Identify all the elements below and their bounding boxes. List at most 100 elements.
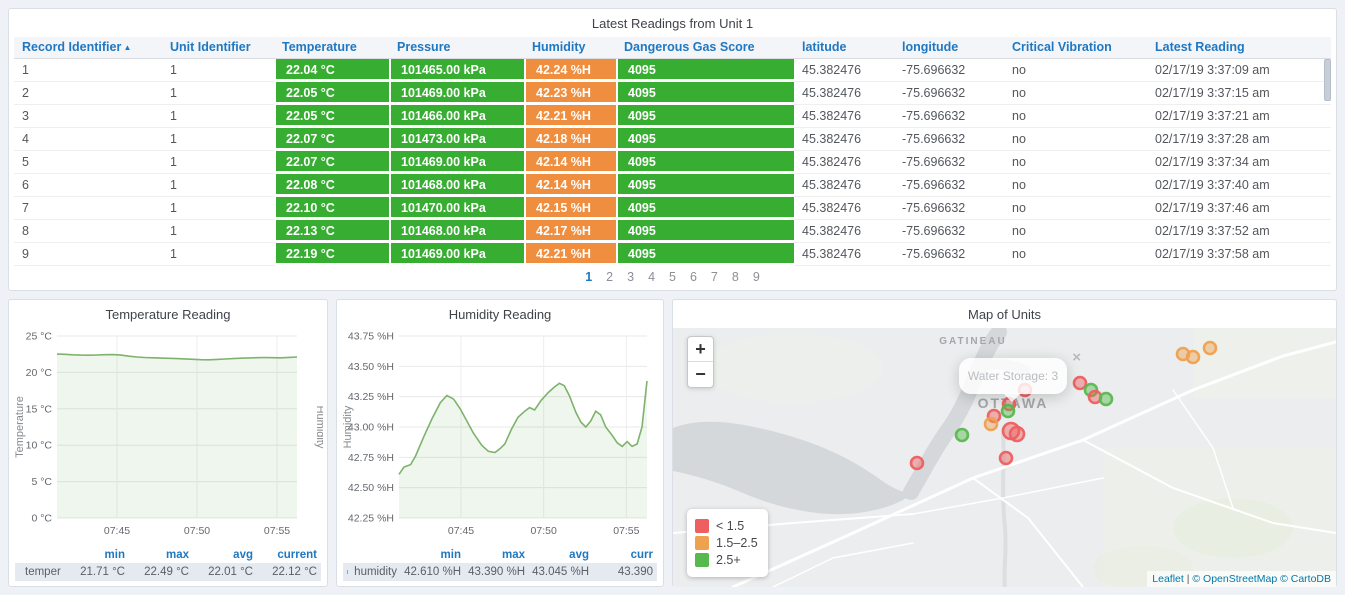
legend-series-row: humidity 42.610 %H 43.390 %H 43.045 %H 43.39… — [343, 563, 657, 581]
table-cell: 101469.00 kPa — [389, 242, 524, 266]
table-cell: 45.382476 — [794, 242, 894, 266]
unit-marker[interactable] — [1072, 375, 1088, 391]
svg-text:5 °C: 5 °C — [31, 476, 52, 488]
series-name[interactable]: humidity — [354, 566, 397, 578]
table-cell: 101468.00 kPa — [389, 219, 524, 243]
unit-marker[interactable] — [954, 427, 970, 443]
column-header-dangerous-gas-score[interactable]: Dangerous Gas Score — [616, 37, 794, 59]
column-header-latitude[interactable]: latitude — [794, 37, 894, 59]
zoom-out-button[interactable]: − — [688, 362, 713, 387]
table-cell: 22.08 °C — [274, 173, 389, 197]
page-button-9[interactable]: 9 — [753, 270, 760, 284]
humidity-chart: 42.25 %H 42.50 %H 42.75 %H 43.00 %H 43.25 %H… — [337, 328, 663, 545]
table-cell: 22.07 °C — [274, 127, 389, 151]
column-header-pressure[interactable]: Pressure — [389, 37, 524, 59]
page-button-1[interactable]: 1 — [585, 270, 592, 284]
table-cell: 02/17/19 3:37:52 am — [1147, 219, 1331, 243]
table-cell: 22.05 °C — [274, 104, 389, 128]
attribution-link[interactable]: Leaflet — [1152, 573, 1184, 585]
table-cell: 5 — [14, 150, 162, 174]
table-cell: 1 — [14, 58, 162, 82]
table-row: 6 1 22.08 °C 101468.00 kPa 42.14 %H 4095 45.38… — [14, 173, 1331, 197]
page-button-7[interactable]: 7 — [711, 270, 718, 284]
legend-swatch-icon — [695, 553, 709, 567]
page-button-3[interactable]: 3 — [627, 270, 634, 284]
unit-marker[interactable] — [983, 416, 999, 432]
table-cell: 42.21 %H — [524, 104, 616, 128]
svg-text:07:50: 07:50 — [184, 525, 210, 537]
table-cell: 45.382476 — [794, 104, 894, 128]
table-cell: 4095 — [616, 173, 794, 197]
table-cell: 45.382476 — [794, 81, 894, 105]
table-cell: 45.382476 — [794, 173, 894, 197]
unit-marker[interactable] — [1098, 391, 1114, 407]
table-cell: 8 — [14, 219, 162, 243]
table-cell: 2 — [14, 81, 162, 105]
table-cell: no — [1004, 104, 1147, 128]
legend-header-avg: avg — [569, 549, 589, 561]
table-cell: no — [1004, 242, 1147, 266]
table-cell: 1 — [162, 196, 274, 220]
unit-marker[interactable] — [909, 455, 925, 471]
table-cell: 02/17/19 3:37:40 am — [1147, 173, 1331, 197]
table-cell: -75.696632 — [894, 196, 1004, 220]
panel-title: Map of Units — [968, 307, 1041, 322]
table-cell: 1 — [162, 58, 274, 82]
legend-swatch-icon — [695, 519, 709, 533]
page-button-4[interactable]: 4 — [648, 270, 655, 284]
attribution-link[interactable]: © OpenStreetMap — [1192, 573, 1277, 585]
table-cell: 42.23 %H — [524, 81, 616, 105]
map-legend-item: < 1.5 — [695, 519, 758, 533]
table-row: 8 1 22.13 °C 101468.00 kPa 42.17 %H 4095 45.38… — [14, 219, 1331, 243]
table-cell: -75.696632 — [894, 150, 1004, 174]
column-header-unit-identifier[interactable]: Unit Identifier — [162, 37, 274, 59]
legend-header-current: current — [277, 549, 317, 561]
svg-text:43.50 %H: 43.50 %H — [348, 361, 394, 373]
table-cell: 22.13 °C — [274, 219, 389, 243]
series-name[interactable]: temperature — [25, 566, 61, 578]
table-cell: 4095 — [616, 58, 794, 82]
page-button-6[interactable]: 6 — [690, 270, 697, 284]
table-cell: 4 — [14, 127, 162, 151]
table-cell: no — [1004, 81, 1147, 105]
table-cell: 42.18 %H — [524, 127, 616, 151]
attribution-link[interactable]: © CartoDB — [1280, 573, 1331, 585]
page-button-5[interactable]: 5 — [669, 270, 676, 284]
table-cell: 22.07 °C — [274, 150, 389, 174]
popup-close-icon[interactable]: × — [1072, 349, 1081, 366]
page-button-8[interactable]: 8 — [732, 270, 739, 284]
table-cell: 101469.00 kPa — [389, 81, 524, 105]
page-button-2[interactable]: 2 — [606, 270, 613, 284]
unit-marker[interactable] — [1000, 403, 1016, 419]
column-header-humidity[interactable]: Humidity — [524, 37, 616, 59]
table-cell: 1 — [162, 127, 274, 151]
popup-tail — [1003, 393, 1021, 402]
temperature-chart: 0 °C 5 °C 10 °C 15 °C 20 °C 25 °C 07:45 07:50 07… — [9, 328, 327, 545]
unit-marker[interactable] — [1202, 340, 1218, 356]
table-cell: 101465.00 kPa — [389, 58, 524, 82]
column-header-critical-vibration[interactable]: Critical Vibration — [1004, 37, 1147, 59]
unit-marker[interactable] — [1008, 425, 1026, 443]
right-y-axis-label: Humidity — [314, 406, 323, 449]
legend-series-row: temperature 21.71 °C 22.49 °C 22.01 °C 22.12… — [15, 563, 321, 581]
table-cell: 7 — [14, 196, 162, 220]
legend-header-max: max — [165, 549, 189, 561]
unit-marker[interactable] — [1185, 349, 1201, 365]
svg-text:43.75 %H: 43.75 %H — [348, 331, 394, 343]
table-cell: no — [1004, 196, 1147, 220]
column-header-longitude[interactable]: longitude — [894, 37, 1004, 59]
table-cell: 42.24 %H — [524, 58, 616, 82]
legend-label: 1.5–2.5 — [716, 536, 758, 550]
unit-marker[interactable] — [998, 450, 1014, 466]
temperature-chart-svg: 0 °C 5 °C 10 °C 15 °C 20 °C 25 °C 07:45 07:50 07… — [14, 331, 326, 538]
zoom-in-button[interactable]: + — [688, 337, 713, 362]
table-cell: 42.14 %H — [524, 173, 616, 197]
table-scrollbar[interactable] — [1324, 59, 1331, 101]
column-header-record-identifier[interactable]: Record Identifier ▲ — [14, 37, 162, 59]
column-header-latest-reading[interactable]: Latest Reading — [1147, 37, 1331, 59]
humidity-chart-svg: 42.25 %H 42.50 %H 42.75 %H 43.00 %H 43.25 %H… — [342, 331, 648, 537]
panel-title: Latest Readings from Unit 1 — [591, 16, 754, 31]
column-header-temperature[interactable]: Temperature — [274, 37, 389, 59]
table-cell: 22.04 °C — [274, 58, 389, 82]
map-area[interactable]: GATINEAU OTTAWA + − Water Storage: 3 × < … — [673, 328, 1336, 587]
